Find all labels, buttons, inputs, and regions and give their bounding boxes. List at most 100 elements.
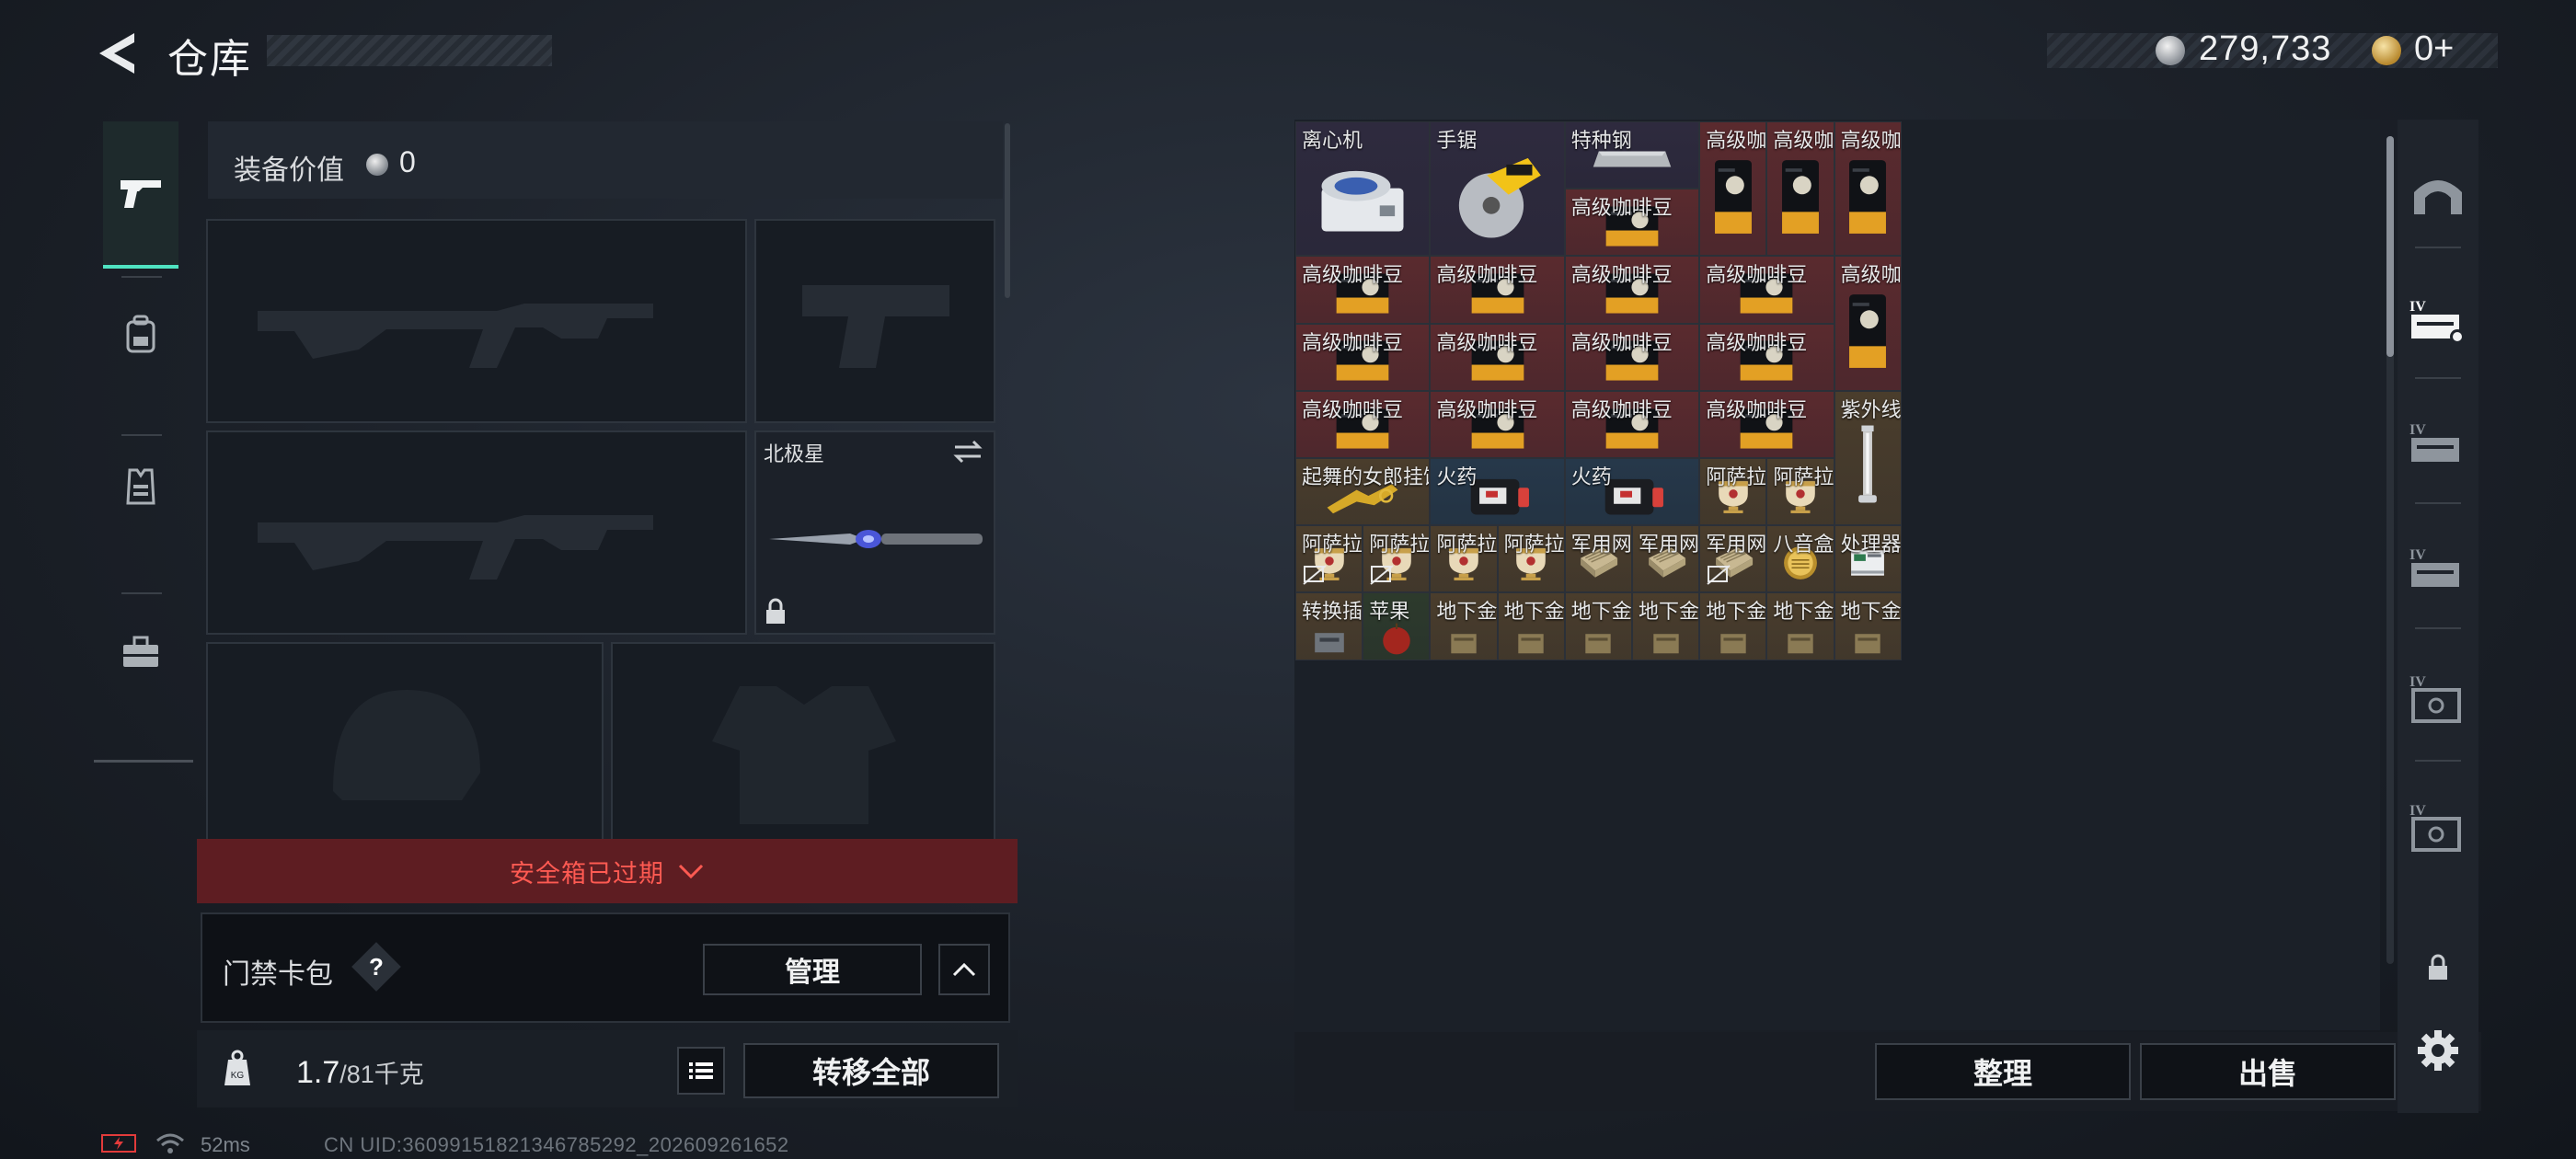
settings-button[interactable]	[2407, 1019, 2469, 1082]
item-name: 高级咖啡豆	[1570, 397, 1673, 421]
max-weight: /81千克	[339, 1061, 424, 1088]
vault-icon	[2414, 180, 2462, 214]
secondary-weapon-slot[interactable]	[206, 430, 747, 635]
melee-slot[interactable]: 北极星	[754, 430, 995, 635]
uv-lamp-icon	[1858, 425, 1878, 503]
no-transfer-icon	[1707, 565, 1731, 586]
item-name: 高级咖啡豆	[1840, 129, 1902, 152]
storage-item[interactable]: 火药	[1430, 458, 1565, 526]
transfer-all-button[interactable]: 转移全部	[743, 1043, 999, 1098]
storage-item[interactable]: 高级咖啡豆	[1699, 256, 1834, 324]
storage-item[interactable]: 高级咖啡豆	[1834, 121, 1902, 257]
storage-item[interactable]: 离心机	[1295, 121, 1431, 257]
storage-item[interactable]: 高级咖啡豆	[1295, 390, 1431, 458]
item-name: 起舞的女郎挂饰	[1302, 465, 1431, 488]
storage-item[interactable]: 高级咖啡豆	[1430, 323, 1565, 391]
storage-item[interactable]: 紫外线灯	[1834, 390, 1902, 526]
item-name: 紫外线灯	[1840, 397, 1902, 421]
storage-item[interactable]: 地下金库...	[1564, 592, 1632, 660]
storage-item[interactable]: 地下金库...	[1632, 592, 1700, 660]
item-name: 高级咖啡豆	[1570, 330, 1673, 354]
storage-item[interactable]: 地下金库...	[1497, 592, 1565, 660]
weight-icon: KG	[224, 1050, 250, 1085]
storage-item[interactable]: 高级咖啡豆	[1564, 256, 1700, 324]
storage-item[interactable]: 高级咖啡豆	[1699, 390, 1834, 458]
storage-scrollbar-thumb[interactable]	[2386, 136, 2394, 357]
sidebar-tier4-safe-tab-2[interactable]: IV	[2407, 797, 2469, 859]
storage-item[interactable]: 高级咖啡豆	[1295, 256, 1431, 324]
storage-item[interactable]: 地下金库...	[1834, 592, 1902, 660]
help-icon[interactable]: ?	[351, 942, 401, 992]
svg-text:IV: IV	[2409, 422, 2426, 438]
storage-item[interactable]: 地下金库...	[1430, 592, 1498, 660]
armor-slot[interactable]	[611, 642, 995, 843]
storage-item[interactable]: 阿萨拉酒杯	[1699, 458, 1767, 526]
item-name: 高级咖啡豆	[1302, 397, 1404, 421]
sort-button[interactable]: 整理	[1875, 1043, 2131, 1100]
item-name: 地下金库...	[1706, 600, 1767, 624]
storage-item[interactable]: 八音盒	[1766, 525, 1834, 593]
storage-item[interactable]: 高级咖啡豆	[1564, 189, 1700, 257]
storage-item[interactable]: 特种钢	[1564, 121, 1700, 189]
sell-button[interactable]: 出售	[2140, 1043, 2396, 1100]
storage-item[interactable]: 阿萨拉酒杯	[1497, 525, 1565, 593]
loadout-scrollbar[interactable]	[1005, 123, 1010, 298]
storage-item[interactable]: 起舞的女郎挂饰	[1295, 458, 1431, 526]
sidebar-locked-slot[interactable]	[2407, 936, 2469, 999]
category-vest-tab[interactable]	[103, 436, 178, 537]
item-name: 高级咖啡豆	[1302, 263, 1404, 287]
storage-item[interactable]: 地下金库...	[1766, 592, 1834, 660]
storage-item[interactable]: 高级咖啡豆	[1699, 121, 1767, 257]
storage-item[interactable]: 高级咖啡豆	[1564, 323, 1700, 391]
item-name: 阿萨拉酒杯	[1773, 465, 1834, 488]
sidebar-tier4-case-tab-active[interactable]: IV	[2407, 291, 2469, 353]
token-icon	[2372, 36, 2401, 65]
lock-icon	[766, 598, 785, 624]
storage-item[interactable]: 军用网络...	[1632, 525, 1700, 593]
item-name: 阿萨拉酒杯	[1503, 533, 1565, 557]
currency-balance[interactable]: 279,733	[2199, 29, 2331, 69]
storage-item[interactable]: 阿萨拉酒杯	[1295, 525, 1363, 593]
manage-button[interactable]: 管理	[703, 944, 922, 995]
storage-item[interactable]: 高级咖啡豆	[1564, 390, 1700, 458]
category-weapons-tab[interactable]	[103, 121, 178, 269]
item-name: 离心机	[1302, 129, 1363, 152]
safe-box-expired-banner[interactable]: 安全箱已过期	[197, 839, 1018, 903]
sidebar-tier4-case-tab-2[interactable]: IV	[2407, 414, 2469, 476]
storage-item[interactable]: 处理器	[1834, 525, 1902, 593]
storage-item[interactable]: 手锯	[1430, 121, 1565, 257]
tier-iv-case-icon: IV	[2409, 547, 2459, 587]
storage-item[interactable]: 火药	[1564, 458, 1700, 526]
storage-item[interactable]: 高级咖啡豆	[1430, 256, 1565, 324]
swap-icon[interactable]	[951, 438, 984, 465]
token-balance[interactable]: 0+	[2414, 29, 2454, 69]
wifi-icon	[156, 1133, 184, 1153]
category-backpack-tab[interactable]	[103, 289, 178, 381]
storage-item[interactable]: 高级咖啡豆	[1834, 256, 1902, 391]
helmet-slot[interactable]	[206, 642, 604, 843]
sidebar-tier4-case-tab-3[interactable]: IV	[2407, 539, 2469, 602]
storage-item[interactable]: 高级咖啡豆	[1295, 323, 1431, 391]
storage-item[interactable]: 转换插座	[1295, 592, 1363, 660]
storage-item[interactable]: 阿萨拉酒杯	[1766, 458, 1834, 526]
storage-item[interactable]: 军用网络...	[1699, 525, 1767, 593]
collapse-button[interactable]	[938, 944, 990, 995]
sidebar-vault-tab[interactable]	[2407, 164, 2469, 226]
item-name: 特种钢	[1570, 129, 1632, 152]
category-toolbox-tab[interactable]	[103, 602, 178, 703]
storage-item[interactable]: 高级咖啡豆	[1766, 121, 1834, 257]
item-name: 高级咖啡豆	[1706, 263, 1808, 287]
storage-item[interactable]: 阿萨拉酒杯	[1363, 525, 1431, 593]
storage-item[interactable]: 高级咖啡豆	[1699, 323, 1834, 391]
back-button[interactable]	[92, 28, 147, 79]
storage-item[interactable]: 苹果	[1363, 592, 1431, 660]
storage-item[interactable]: 阿萨拉酒杯	[1430, 525, 1498, 593]
sidearm-slot[interactable]	[754, 219, 995, 423]
primary-weapon-slot[interactable]	[206, 219, 747, 423]
storage-item[interactable]: 高级咖啡豆	[1430, 390, 1565, 458]
item-name: 高级咖啡豆	[1840, 263, 1902, 287]
storage-item[interactable]: 军用网络...	[1564, 525, 1632, 593]
storage-item[interactable]: 地下金库...	[1699, 592, 1767, 660]
sidebar-tier4-safe-tab-1[interactable]: IV	[2407, 668, 2469, 730]
list-view-button[interactable]	[677, 1047, 725, 1095]
